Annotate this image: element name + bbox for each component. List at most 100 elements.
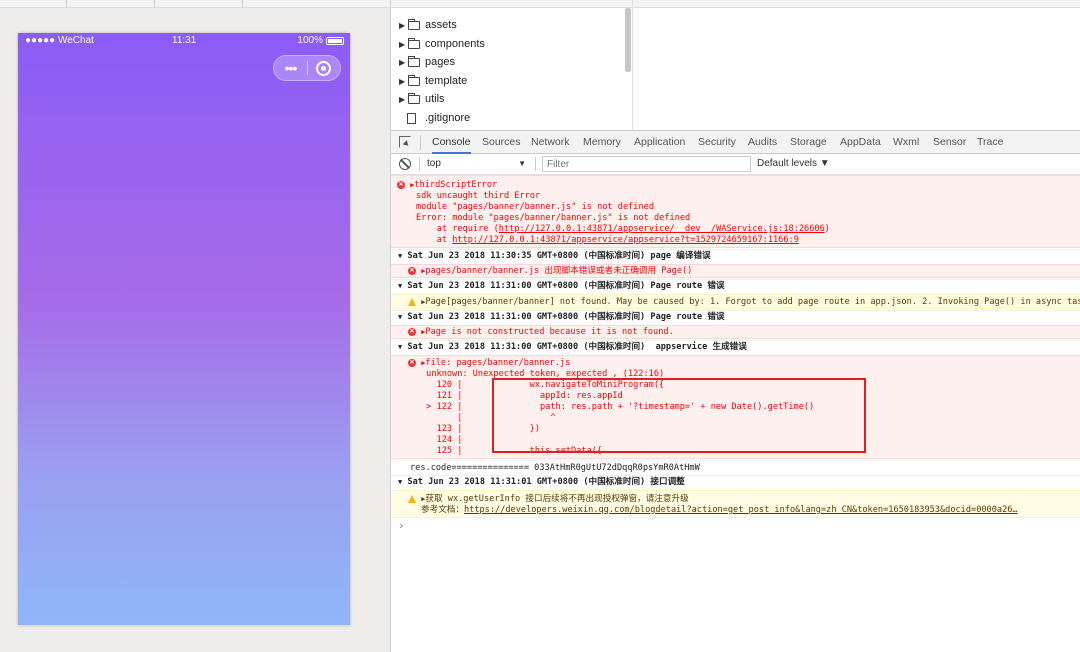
- console-group-header[interactable]: ▼ Sat Jun 23 2018 11:30:35 GMT+0800 (中国标…: [391, 249, 1080, 263]
- close-button[interactable]: [308, 60, 340, 76]
- collapse-arrow-icon[interactable]: ▼: [398, 252, 402, 260]
- tree-scrollbar[interactable]: [625, 8, 631, 72]
- tree-item-label: pages: [425, 56, 455, 68]
- warning-text: Page[pages/banner/banner] not found. May…: [425, 297, 1080, 307]
- tab-memory[interactable]: Memory: [583, 131, 621, 154]
- tab-security[interactable]: Security: [698, 131, 736, 154]
- group-label: Sat Jun 23 2018 11:31:00 GMT+0800 (中国标准时…: [407, 312, 725, 322]
- tab-trace[interactable]: Trace: [977, 131, 1003, 154]
- warning-text: 获取 wx.getUserInfo 接口后续将不再出现授权弹窗，请注意升级: [425, 494, 689, 504]
- error-message: ✕ ▶pages/banner/banner.js 出现脚本错误或者未正确调用 …: [408, 266, 692, 277]
- console-toolbar: top ▼ Default levels ▼: [391, 154, 1080, 175]
- group-title: ▼ Sat Jun 23 2018 11:31:01 GMT+0800 (中国标…: [398, 477, 685, 488]
- error-line: sdk uncaught third Error: [416, 191, 541, 201]
- filter-input[interactable]: [542, 156, 751, 172]
- tab-audits[interactable]: Audits: [748, 131, 777, 154]
- toolbar-separator: [154, 0, 155, 8]
- carrier-label: ●●●●● WeChat: [25, 35, 94, 46]
- clock-label: 11:31: [172, 35, 197, 46]
- code-line: 124 |: [421, 435, 463, 445]
- tab-sensor[interactable]: Sensor: [933, 131, 966, 154]
- highlight-annotation-box: [492, 378, 866, 453]
- group-title: ▼ Sat Jun 23 2018 11:30:35 GMT+0800 (中国标…: [398, 251, 711, 262]
- battery-label: 100%: [297, 35, 323, 46]
- console-warning-entry[interactable]: ▶获取 wx.getUserInfo 接口后续将不再出现授权弹窗，请注意升级 参…: [391, 490, 1080, 518]
- tree-item-label: .gitignore: [425, 112, 471, 124]
- expand-arrow-icon[interactable]: ▶: [399, 40, 408, 49]
- console-prompt[interactable]: ›: [398, 519, 405, 532]
- group-title: ▼ Sat Jun 23 2018 11:31:00 GMT+0800 (中国标…: [398, 281, 725, 292]
- toolbar-separator: [242, 0, 243, 8]
- expand-arrow-icon[interactable]: ▶: [399, 95, 408, 104]
- stack-link[interactable]: http://127.0.0.1:43871/appservice/__dev_…: [499, 224, 825, 234]
- tab-console[interactable]: Console: [432, 131, 471, 154]
- tab-wxml[interactable]: Wxml: [893, 131, 919, 154]
- console-error-entry[interactable]: ✕ ▶pages/banner/banner.js 出现脚本错误或者未正确调用 …: [391, 264, 1080, 278]
- tab-separator: [420, 135, 421, 150]
- clear-console-icon[interactable]: [399, 158, 411, 170]
- folder-icon: [408, 92, 420, 104]
- console-log-entry[interactable]: res.code=============== 033AtHmR0gUtU72d…: [391, 460, 1080, 474]
- stack-link[interactable]: http://127.0.0.1:43871/appservice/appser…: [452, 235, 799, 245]
- stack-frame: at http://127.0.0.1:43871/appservice/app…: [416, 235, 799, 246]
- context-select[interactable]: top ▼: [424, 156, 528, 172]
- toolbar-separator: [535, 157, 536, 171]
- console-group-header[interactable]: ▼ Sat Jun 23 2018 11:31:00 GMT+0800 (中国标…: [391, 340, 1080, 354]
- group-label: Sat Jun 23 2018 11:31:00 GMT+0800 (中国标准时…: [407, 342, 747, 352]
- status-bar: ●●●●● WeChat 11:31 100%: [18, 33, 350, 49]
- more-icon[interactable]: •••: [274, 56, 307, 80]
- tab-sources[interactable]: Sources: [482, 131, 521, 154]
- warning-icon: [408, 297, 416, 306]
- tab-network[interactable]: Network: [531, 131, 570, 154]
- folder-icon: [408, 74, 420, 86]
- tree-item-pages[interactable]: ▶ pages: [399, 53, 455, 71]
- log-levels-select[interactable]: Default levels ▼: [757, 156, 830, 172]
- console-error-entry[interactable]: ✕ ▶thirdScriptError sdk uncaught third E…: [391, 175, 1080, 248]
- doc-link[interactable]: https://developers.weixin.qq.com/blogdet…: [464, 505, 1018, 515]
- error-icon: ✕: [397, 180, 405, 189]
- tree-item-assets[interactable]: ▶ assets: [399, 16, 457, 34]
- folder-icon: [408, 37, 420, 49]
- tab-application[interactable]: Application: [634, 131, 685, 154]
- console-group-header[interactable]: ▼ Sat Jun 23 2018 11:31:01 GMT+0800 (中国标…: [391, 475, 1080, 489]
- expand-arrow-icon[interactable]: ▶: [399, 58, 408, 67]
- console-group-header[interactable]: ▼ Sat Jun 23 2018 11:31:00 GMT+0800 (中国标…: [391, 279, 1080, 293]
- error-message: ✕ ▶Page is not constructed because it is…: [408, 327, 674, 338]
- tab-appdata[interactable]: AppData: [840, 131, 881, 154]
- tree-item-label: utils: [425, 93, 445, 105]
- stack-suffix: ): [824, 224, 830, 234]
- mini-program-capsule: •••: [273, 55, 341, 81]
- collapse-arrow-icon[interactable]: ▼: [398, 478, 402, 486]
- console-error-entry[interactable]: ✕ ▶Page is not constructed because it is…: [391, 325, 1080, 339]
- tab-storage[interactable]: Storage: [790, 131, 827, 154]
- doc-label: 参考文档：: [421, 505, 464, 515]
- tree-item-utils[interactable]: ▶ utils: [399, 90, 445, 108]
- warning-icon: [408, 494, 416, 503]
- collapse-arrow-icon[interactable]: ▼: [398, 343, 402, 351]
- group-label: Sat Jun 23 2018 11:31:00 GMT+0800 (中国标准时…: [407, 281, 725, 291]
- error-text: pages/banner/banner.js 出现脚本错误或者未正确调用 Pag…: [425, 266, 693, 276]
- editor-top-toolbar: [391, 0, 1080, 8]
- expand-arrow-icon[interactable]: ▶: [399, 77, 408, 86]
- error-line: module "pages/banner/banner.js" is not d…: [416, 202, 654, 212]
- file-icon: [407, 112, 416, 124]
- expand-arrow-icon[interactable]: ▶: [399, 21, 408, 30]
- file-tree: ▶ assets ▶ components ▶ pages ▶ template…: [391, 8, 632, 130]
- devtools-tabbar: Console Sources Network Memory Applicati…: [391, 130, 1080, 154]
- tree-item-template[interactable]: ▶ template: [399, 72, 467, 90]
- group-title: ▼ Sat Jun 23 2018 11:31:00 GMT+0800 (中国标…: [398, 342, 747, 353]
- error-icon: ✕: [408, 358, 416, 367]
- collapse-arrow-icon[interactable]: ▼: [398, 282, 402, 290]
- collapse-arrow-icon[interactable]: ▼: [398, 313, 402, 321]
- console-group-header[interactable]: ▼ Sat Jun 23 2018 11:31:00 GMT+0800 (中国标…: [391, 310, 1080, 324]
- group-label: Sat Jun 23 2018 11:31:01 GMT+0800 (中国标准时…: [407, 477, 685, 487]
- log-text: res.code=============== 033AtHmR0gUtU72d…: [410, 463, 700, 473]
- tree-item-label: template: [425, 75, 468, 87]
- phone-screen[interactable]: ●●●●● WeChat 11:31 100% •••: [18, 33, 350, 625]
- tree-item-gitignore[interactable]: .gitignore: [399, 109, 470, 127]
- error-icon: ✕: [408, 266, 416, 275]
- tree-item-components[interactable]: ▶ components: [399, 35, 485, 53]
- inspect-element-icon[interactable]: [399, 136, 411, 148]
- error-title: thirdScriptError: [414, 180, 498, 190]
- console-warning-entry[interactable]: ▶Page[pages/banner/banner] not found. Ma…: [391, 294, 1080, 309]
